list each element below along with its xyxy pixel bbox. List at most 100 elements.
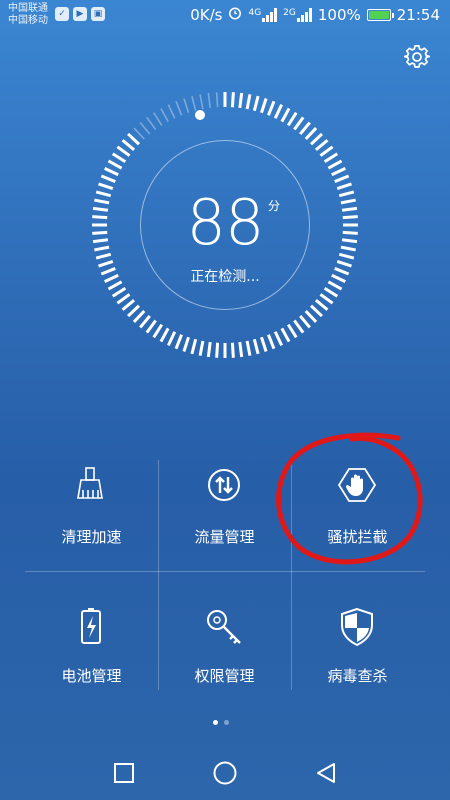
dial-tick bbox=[286, 323, 298, 339]
status-indicators: 0K/s 4G 2G 100% 21:54 bbox=[190, 6, 440, 24]
dial-tick bbox=[286, 111, 298, 127]
dial-tick bbox=[252, 338, 260, 355]
dial-tick bbox=[95, 252, 112, 260]
dial-tick bbox=[95, 190, 112, 198]
notification-icons: ✓ ▶ ▣ bbox=[55, 7, 105, 21]
dial-tick bbox=[127, 132, 141, 146]
dial-tick bbox=[215, 92, 219, 108]
network-type-1: 4G bbox=[248, 8, 262, 18]
navigation-bar bbox=[0, 745, 450, 800]
notification-media-icon: ▶ bbox=[73, 7, 87, 21]
settings-gear-icon[interactable] bbox=[403, 44, 431, 70]
dial-tick bbox=[167, 331, 177, 346]
dial-tick bbox=[245, 94, 252, 110]
dial-tick bbox=[319, 293, 334, 305]
dial-tick bbox=[342, 215, 358, 220]
dial-tick bbox=[190, 338, 198, 355]
dial-tick bbox=[293, 319, 305, 334]
dial-tick bbox=[111, 152, 127, 164]
dial-tick bbox=[323, 286, 339, 298]
alarm-icon bbox=[228, 6, 242, 24]
shield-icon bbox=[337, 607, 377, 647]
key-icon bbox=[204, 607, 244, 647]
dial-tick bbox=[100, 174, 116, 183]
carrier-info: 中国联通 中国移动 bbox=[8, 3, 48, 27]
grid-divider bbox=[25, 571, 425, 572]
dial-tick bbox=[94, 198, 110, 205]
dial-tick bbox=[331, 273, 346, 283]
tile-clean-boost[interactable]: 清理加速 bbox=[25, 460, 158, 571]
home-button[interactable] bbox=[211, 759, 239, 787]
dial-tick bbox=[159, 327, 170, 343]
dial-tick bbox=[338, 252, 355, 260]
dial-tick bbox=[340, 198, 356, 205]
page-dot bbox=[213, 720, 218, 725]
dial-tick bbox=[260, 336, 268, 352]
dial-tick bbox=[121, 139, 136, 151]
dial-tick bbox=[199, 94, 204, 110]
clock: 21:54 bbox=[396, 6, 440, 24]
battery-status-icon bbox=[366, 9, 394, 21]
dial-tick bbox=[267, 100, 276, 116]
dial-tick bbox=[182, 336, 190, 352]
dial-tick bbox=[238, 92, 244, 109]
dial-tick bbox=[121, 299, 136, 311]
dial-tick bbox=[338, 190, 355, 198]
dial-tick bbox=[280, 107, 291, 123]
dial-tick bbox=[327, 159, 343, 170]
scan-status: 正在检测... bbox=[190, 269, 260, 285]
signal-icon bbox=[262, 8, 278, 22]
dial-tick bbox=[160, 108, 169, 122]
dial-tick bbox=[116, 145, 131, 157]
dial-tick bbox=[230, 342, 235, 358]
carrier-2: 中国移动 bbox=[8, 15, 48, 26]
notification-app-icon: ✓ bbox=[55, 7, 69, 21]
dial-tick bbox=[252, 95, 260, 112]
dial-tick bbox=[293, 116, 305, 131]
network-type-2: 2G bbox=[283, 8, 296, 18]
dial-tick bbox=[273, 331, 283, 346]
back-triangle-icon bbox=[317, 763, 335, 783]
dial-tick bbox=[107, 159, 123, 170]
tile-label: 病毒查杀 bbox=[327, 667, 388, 685]
dial-tick bbox=[215, 342, 220, 358]
dial-tick bbox=[314, 299, 329, 311]
dial-tick bbox=[336, 182, 352, 190]
tile-data-management[interactable]: 流量管理 bbox=[158, 460, 291, 571]
tile-label: 权限管理 bbox=[194, 667, 255, 685]
battery-percent: 100% bbox=[317, 6, 361, 24]
dial-tick bbox=[111, 286, 127, 298]
dial-tick bbox=[145, 319, 157, 334]
dial-tick bbox=[309, 304, 323, 318]
recent-apps-button[interactable] bbox=[110, 759, 138, 787]
dial-tick bbox=[92, 206, 109, 212]
dial-tick bbox=[319, 145, 334, 157]
dial-tick bbox=[206, 341, 212, 358]
tile-permission-management[interactable]: 权限管理 bbox=[158, 579, 291, 690]
dial-tick bbox=[139, 314, 151, 329]
score-unit: 分 bbox=[268, 199, 281, 213]
page-indicator bbox=[213, 720, 229, 725]
dial-tick bbox=[280, 327, 291, 343]
back-button[interactable] bbox=[312, 759, 340, 787]
battery-icon bbox=[71, 607, 111, 647]
dial-tick bbox=[167, 104, 176, 119]
dial-tick bbox=[98, 182, 114, 190]
dial-tick bbox=[107, 280, 123, 291]
dial-tick bbox=[92, 230, 108, 235]
carrier-1: 中国联通 bbox=[8, 3, 48, 14]
tile-virus-scan[interactable]: 病毒查杀 bbox=[291, 579, 424, 690]
dial-tick bbox=[341, 206, 358, 212]
dial-tick bbox=[334, 267, 350, 276]
dial-tick bbox=[341, 238, 358, 244]
tile-harassment-block[interactable]: 骚扰拦截 bbox=[291, 460, 424, 571]
tile-battery-management[interactable]: 电池管理 bbox=[25, 579, 158, 690]
dial-tick bbox=[98, 260, 114, 268]
dial-tick bbox=[331, 167, 346, 177]
broom-icon bbox=[71, 465, 111, 505]
dial-tick bbox=[127, 304, 141, 318]
dial-tick bbox=[334, 174, 350, 183]
square-icon bbox=[114, 763, 134, 783]
dial-tick bbox=[191, 95, 197, 111]
dial-tick bbox=[304, 127, 318, 141]
